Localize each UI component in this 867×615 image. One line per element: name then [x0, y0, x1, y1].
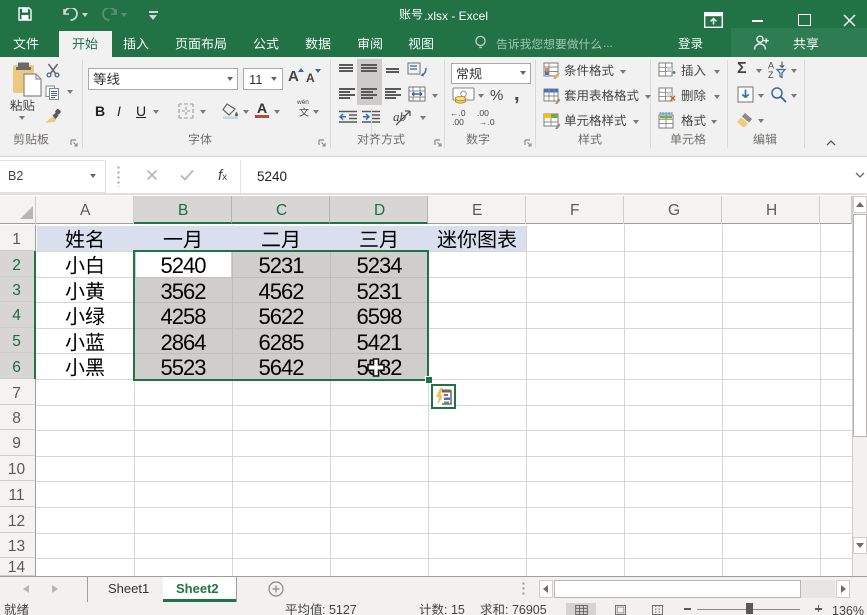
svg-text:.00: .00 [452, 117, 464, 125]
svg-text:Z: Z [768, 70, 774, 79]
svg-text:A: A [768, 61, 774, 71]
svg-text:→.0: →.0 [479, 117, 495, 125]
